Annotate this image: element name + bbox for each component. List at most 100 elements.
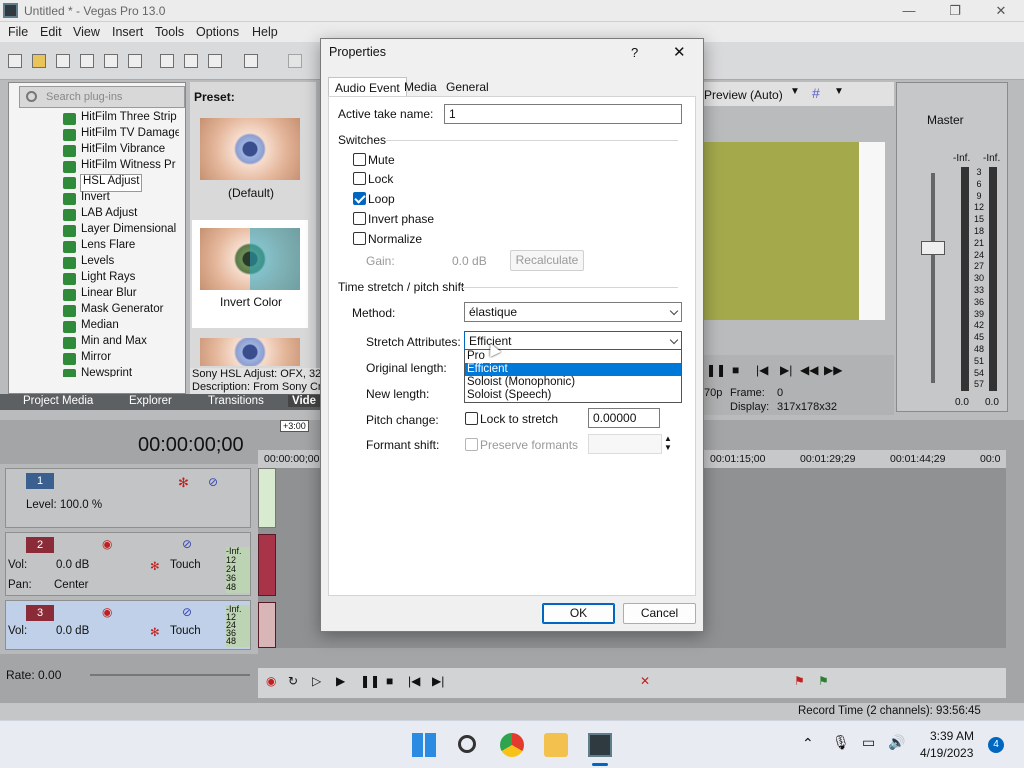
master-fader-handle[interactable] [921,241,945,255]
maximize-button[interactable]: ❐ [932,0,978,22]
marker-icon[interactable]: ⚑ [794,674,805,688]
preset-thumb-invert[interactable] [200,228,300,290]
rewind-icon[interactable]: ◀◀ [800,363,818,377]
vegas-taskbar-icon[interactable] [588,733,612,757]
fx-gear-icon[interactable]: ✻ [178,475,189,491]
tab-media[interactable]: Media [398,77,443,97]
close-window-button[interactable]: ✕ [978,0,1024,22]
mute-checkbox[interactable] [353,153,366,166]
record-icon[interactable]: ◉ [266,674,276,688]
tab-video-fx[interactable]: Vide [288,395,321,407]
menu-file[interactable]: File [8,25,28,39]
copy-icon[interactable] [184,54,198,68]
forward-icon[interactable]: ▶▶ [824,363,842,377]
fx-gear-icon[interactable]: ✻ [150,625,160,639]
minimize-button[interactable]: — [886,0,932,22]
microphone-icon[interactable]: 🎙 [832,734,850,751]
pitch-change-input[interactable]: 0.00000 [588,408,660,428]
new-icon[interactable] [8,54,22,68]
stop-icon[interactable]: ■ [386,674,393,688]
formant-shift-input[interactable] [588,434,662,454]
method-select[interactable]: élastique [464,302,682,322]
solo-icon[interactable]: ⊘ [182,605,192,619]
plugin-item[interactable]: Mask Generator [63,303,163,319]
menu-edit[interactable]: Edit [40,25,62,39]
plugin-item[interactable]: HitFilm Witness Pr [63,159,176,175]
plugin-item[interactable]: Median [63,319,119,335]
automation-mode[interactable]: Touch [170,625,201,637]
menu-insert[interactable]: Insert [112,25,143,39]
delete-icon[interactable]: ✕ [640,674,650,688]
chevron-down-icon[interactable]: ▼ [790,86,800,97]
grid-icon[interactable]: # [812,85,820,101]
plugin-item[interactable]: HitFilm Vibrance [63,143,165,159]
tab-general[interactable]: General [440,77,495,97]
pause-icon[interactable]: ❚❚ [706,363,726,377]
record-arm-icon[interactable]: ◉ [102,605,112,619]
menu-options[interactable]: Options [196,25,239,39]
plugin-item[interactable]: Invert [63,191,110,207]
tab-project-media[interactable]: Project Media [23,395,93,407]
option-soloist-monophonic[interactable]: Soloist (Monophonic) [465,376,681,389]
menu-help[interactable]: Help [252,25,278,39]
open-icon[interactable] [32,54,46,68]
clock-time[interactable]: 3:39 AM [930,729,974,743]
stop-icon[interactable]: ■ [732,363,739,377]
help-button[interactable]: ? [631,45,638,60]
menu-view[interactable]: View [73,25,100,39]
menu-tools[interactable]: Tools [155,25,184,39]
automation-mode[interactable]: Touch [170,559,201,571]
search-icon[interactable] [458,735,476,753]
track-header-3[interactable]: 3 ◉ ⊘ Vol: 0.0 dB ✻ Touch -Inf. 12 24 36 48 [5,600,251,650]
lock-checkbox[interactable] [353,172,366,185]
fx-gear-icon[interactable]: ✻ [150,559,160,573]
audio-event-track3[interactable] [258,602,276,648]
rate-slider[interactable] [90,674,250,676]
chevron-up-icon[interactable]: ⌃ [802,735,814,752]
invert-phase-checkbox[interactable] [353,212,366,225]
active-take-input[interactable]: 1 [444,104,682,124]
preset-thumb-default[interactable] [200,118,300,180]
tab-audio-event[interactable]: Audio Event [328,77,407,97]
plugin-item[interactable]: Mirror [63,351,111,367]
tab-transitions[interactable]: Transitions [208,395,264,407]
network-icon[interactable]: ▭ [862,734,875,751]
pause-icon[interactable]: ❚❚ [360,674,380,688]
plugin-item[interactable]: HitFilm Three Strip [63,111,177,127]
prev-frame-icon[interactable]: |◀ [756,363,768,377]
plugin-item[interactable]: HitFilm TV Damage [63,127,179,143]
record-arm-icon[interactable]: ◉ [102,537,112,551]
volume-icon[interactable]: 🔊 [888,734,905,751]
plugin-item[interactable]: Light Rays [63,271,135,287]
notification-badge[interactable]: 4 [988,737,1004,753]
plugin-item[interactable]: Levels [63,255,114,271]
preserve-formants-checkbox[interactable] [465,438,478,451]
tab-explorer[interactable]: Explorer [129,395,172,407]
plugin-item[interactable]: Newsprint [63,367,132,377]
cut-icon[interactable] [160,54,174,68]
ok-button[interactable]: OK [542,603,615,624]
play-icon[interactable]: ▶ [336,674,345,688]
redo-icon[interactable] [288,54,302,68]
go-to-end-icon[interactable]: ▶| [432,674,444,688]
plugin-item-selected[interactable]: HSL Adjust [63,174,143,192]
cancel-button[interactable]: Cancel [623,603,696,624]
clock-date[interactable]: 4/19/2023 [920,746,973,760]
option-efficient[interactable]: Efficient [465,363,681,376]
undo-icon[interactable] [244,54,258,68]
dialog-close-button[interactable]: ✕ [673,43,686,61]
plugin-item[interactable]: Min and Max [63,335,147,351]
chrome-icon[interactable] [500,733,524,757]
normalize-checkbox[interactable] [353,232,366,245]
option-soloist-speech[interactable]: Soloist (Speech) [465,389,681,402]
video-event[interactable] [258,468,276,528]
loop-icon[interactable]: ↻ [288,674,298,688]
plugin-item[interactable]: LAB Adjust [63,207,137,223]
chevron-down-icon[interactable]: ▼ [834,86,844,97]
track-header-2[interactable]: 2 ◉ ⊘ Vol: 0.0 dB ✻ Touch Pan: Center -I… [5,532,251,596]
paste-icon[interactable] [208,54,222,68]
save-icon[interactable] [56,54,70,68]
spinner-icon[interactable]: ▲ ▼ [664,434,672,452]
solo-icon[interactable]: ⊘ [182,537,192,551]
plugin-item[interactable]: Lens Flare [63,239,135,255]
